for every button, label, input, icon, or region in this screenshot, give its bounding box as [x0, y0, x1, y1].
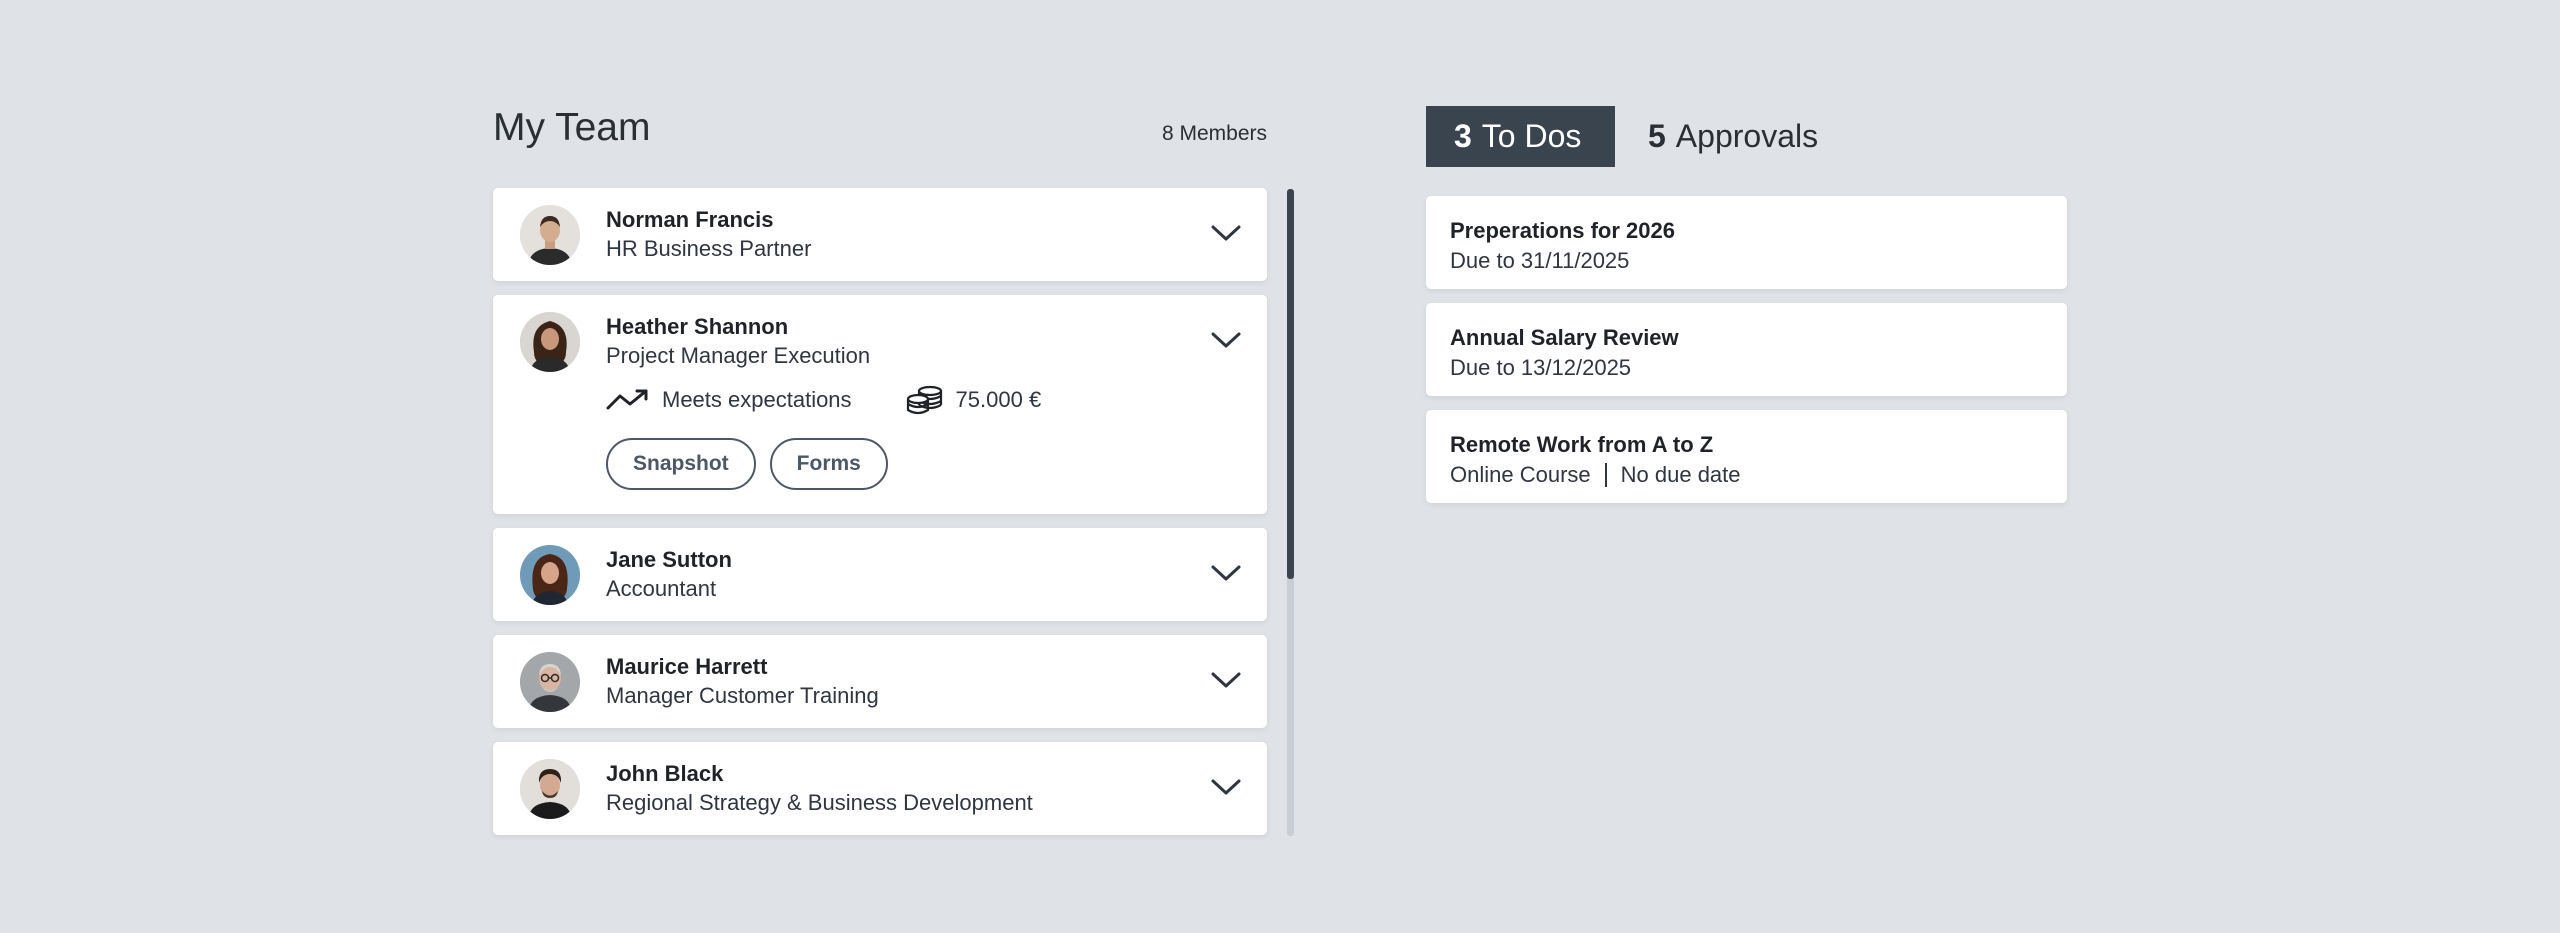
member-card-expanded[interactable]: Heather Shannon Project Manager Executio…	[493, 295, 1267, 514]
tab-approvals[interactable]: 5 Approvals	[1648, 106, 1818, 167]
member-name: John Black	[606, 761, 724, 786]
member-role: Project Manager Execution	[606, 343, 871, 368]
todo-panel: 3 To Dos 5 Approvals Preperations for 20…	[1426, 106, 2067, 517]
tab-label: To Dos	[1481, 118, 1582, 154]
member-card[interactable]: Norman Francis HR Business Partner	[493, 188, 1267, 281]
member-card[interactable]: Maurice Harrett Manager Customer Trainin…	[493, 635, 1267, 728]
chevron-down-icon[interactable]	[1210, 669, 1242, 691]
scrollbar-track[interactable]	[1287, 189, 1294, 836]
member-details: Meets expectations 75.000 €	[606, 385, 1041, 415]
todo-type: Online Course	[1450, 462, 1591, 487]
snapshot-button[interactable]: Snapshot	[606, 438, 756, 490]
member-name: Norman Francis	[606, 207, 774, 232]
page-title: My Team	[493, 106, 651, 149]
member-role: Accountant	[606, 576, 717, 601]
tab-todos[interactable]: 3 To Dos	[1426, 106, 1615, 167]
avatar	[520, 652, 580, 712]
member-count: 8 Members	[1161, 122, 1267, 145]
todo-title: Preperations for 2026	[1450, 218, 1675, 243]
todo-due-text: No due date	[1620, 462, 1741, 487]
member-actions: Snapshot Forms	[606, 438, 888, 490]
avatar	[520, 205, 580, 265]
todo-item[interactable]: Remote Work from A to Z Online Course No…	[1426, 410, 2067, 503]
forms-button[interactable]: Forms	[769, 438, 888, 490]
todo-title: Remote Work from A to Z	[1450, 432, 1714, 457]
divider	[1604, 463, 1607, 487]
todo-meta: Online Course No due date	[1450, 462, 1741, 488]
tab-bar: 3 To Dos 5 Approvals	[1426, 106, 2067, 167]
member-list: Norman Francis HR Business Partner Heath…	[493, 188, 1267, 835]
performance-rating: Meets expectations	[606, 387, 852, 413]
salary: 75.000 €	[906, 385, 1042, 415]
member-role: Manager Customer Training	[606, 683, 879, 708]
todo-due: Due to 31/11/2025	[1450, 248, 1629, 274]
avatar	[520, 545, 580, 605]
tab-count: 5	[1648, 118, 1666, 154]
member-name: Heather Shannon	[606, 314, 789, 339]
todo-item[interactable]: Preperations for 2026 Due to 31/11/2025	[1426, 196, 2067, 289]
member-card[interactable]: John Black Regional Strategy & Business …	[493, 742, 1267, 835]
chevron-down-icon[interactable]	[1210, 329, 1242, 351]
chevron-down-icon[interactable]	[1210, 776, 1242, 798]
tab-label: Approvals	[1675, 118, 1819, 154]
todo-item[interactable]: Annual Salary Review Due to 13/12/2025	[1426, 303, 2067, 396]
todo-due-text: Due to 13/12/2025	[1450, 355, 1632, 380]
trend-up-icon	[606, 389, 648, 410]
team-panel: My Team 8 Members Norman Francis HR Busi…	[493, 100, 1267, 835]
scrollbar-thumb[interactable]	[1287, 189, 1294, 579]
member-role: Regional Strategy & Business Development	[606, 790, 1033, 815]
salary-value: 75.000 €	[955, 387, 1042, 412]
todo-due: Due to 13/12/2025	[1450, 355, 1631, 381]
team-header: My Team 8 Members	[493, 100, 1267, 188]
tab-count: 3	[1454, 118, 1472, 154]
todo-title: Annual Salary Review	[1450, 325, 1679, 350]
performance-label: Meets expectations	[662, 387, 852, 412]
todo-due-text: Due to 31/11/2025	[1450, 248, 1630, 273]
member-name: Maurice Harrett	[606, 654, 768, 679]
member-name: Jane Sutton	[606, 547, 732, 572]
member-role: HR Business Partner	[606, 236, 812, 261]
coins-icon	[906, 385, 942, 415]
member-card[interactable]: Jane Sutton Accountant	[493, 528, 1267, 621]
avatar	[520, 312, 580, 372]
chevron-down-icon[interactable]	[1210, 222, 1242, 244]
chevron-down-icon[interactable]	[1210, 562, 1242, 584]
avatar	[520, 759, 580, 819]
